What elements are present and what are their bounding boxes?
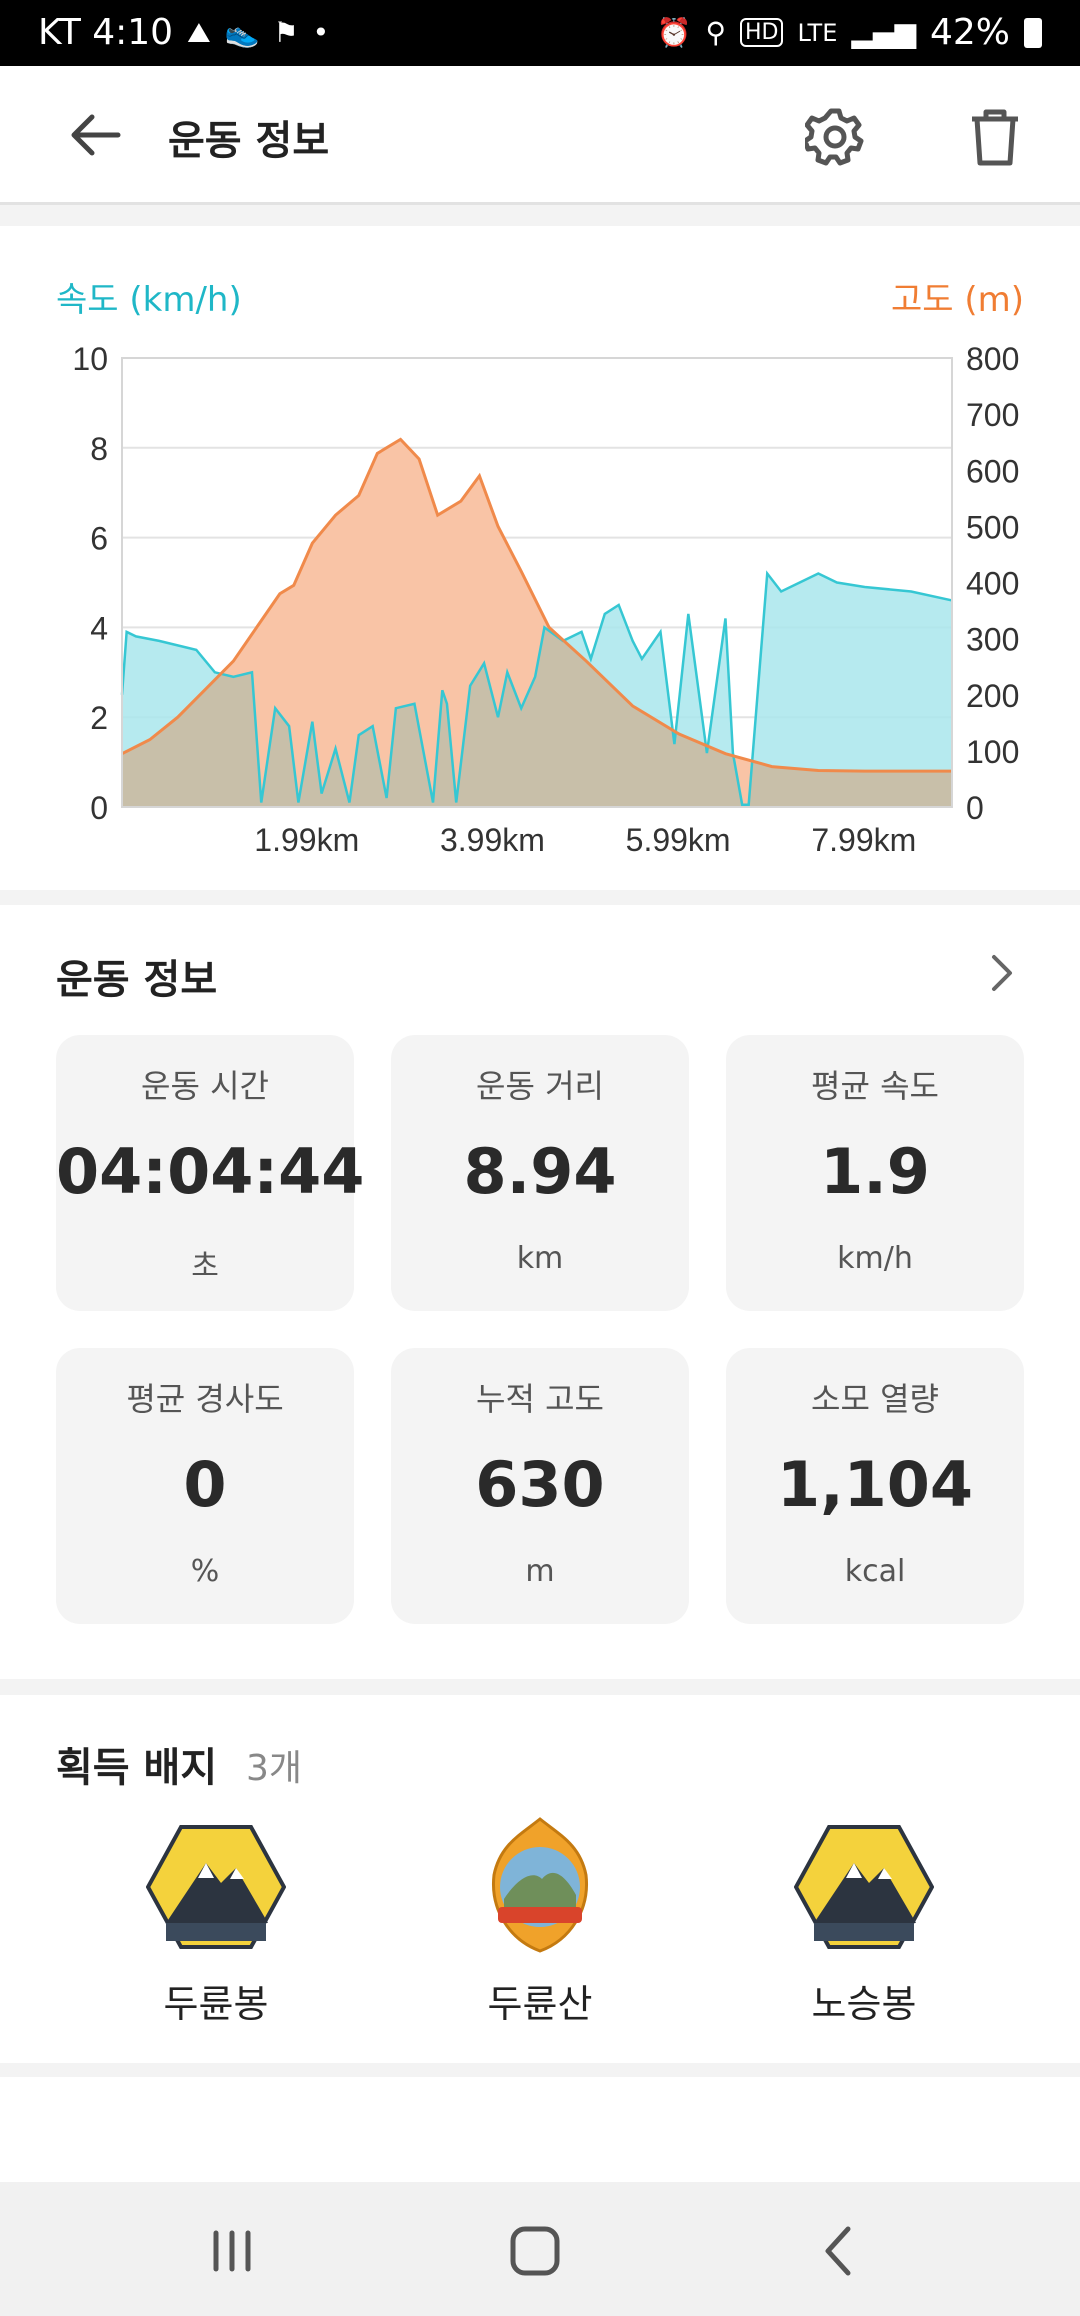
- delete-button[interactable]: [960, 102, 1030, 172]
- page-title: 운동 정보: [168, 118, 330, 164]
- battery-percent: 42%: [929, 12, 1010, 53]
- right-tick-label: 200: [966, 678, 1019, 714]
- location-icon: ⚲: [705, 16, 726, 49]
- left-tick-label: 2: [90, 700, 108, 736]
- mountain-badge-icon: [146, 1825, 286, 1949]
- left-tick-label: 4: [90, 610, 108, 646]
- badges-title: 획득 배지: [56, 1745, 218, 1791]
- signal-icon: ▂▄▆: [851, 16, 916, 49]
- section-title: 운동 정보: [56, 957, 218, 1003]
- badges-section: 획득 배지 3개 두륜봉 두륜산 노승봉: [0, 1695, 1080, 2063]
- nav-back-button[interactable]: [798, 2216, 878, 2286]
- right-tick-label: 100: [966, 734, 1019, 770]
- left-tick-label: 6: [90, 521, 108, 557]
- stat-card-distance: 운동 거리 8.94 km: [391, 1035, 689, 1311]
- mountain-badge-icon: [794, 1825, 934, 1949]
- mountain-gold-badge-icon: [491, 1817, 589, 1953]
- battery-icon: [1024, 17, 1042, 48]
- stat-value: 0: [183, 1448, 227, 1521]
- stat-card-calories: 소모 열량 1,104 kcal: [726, 1348, 1024, 1624]
- status-left: KT 4:10 ⛰ 👟 ⚑ •: [38, 12, 329, 53]
- stat-value: 1,104: [776, 1448, 974, 1521]
- divider: [0, 1679, 1080, 1695]
- flag-icon: ⚑: [273, 16, 299, 49]
- left-tick-label: 8: [90, 431, 108, 467]
- info-detail-button[interactable]: [972, 943, 1032, 1003]
- badge-label: 두륜산: [487, 1982, 593, 2026]
- stat-card-avg-slope: 평균 경사도 0 %: [56, 1348, 354, 1624]
- right-tick-label: 400: [966, 566, 1019, 602]
- alarm-icon: ⏰: [656, 16, 692, 49]
- recent-apps-button[interactable]: [192, 2216, 272, 2286]
- back-button[interactable]: [60, 106, 130, 164]
- divider: [0, 2063, 1080, 2077]
- status-right: ⏰ ⚲ HD LTE ▂▄▆ 42%: [657, 12, 1042, 53]
- badges-count: 3개: [246, 1748, 303, 1789]
- stat-label: 소모 열량: [811, 1380, 939, 1418]
- carrier-time: KT 4:10: [38, 12, 174, 53]
- nav-back-icon: [825, 2226, 851, 2276]
- lte-icon: LTE: [797, 18, 838, 47]
- divider: [0, 890, 1080, 905]
- chart-card: 속도 (km/h) 고도 (m) 0 2 4 6 8 10 0 100 200 300 400 500…: [0, 226, 1080, 890]
- left-tick-label: 0: [90, 790, 108, 826]
- stat-unit: km/h: [837, 1241, 913, 1276]
- x-tick-label: 7.99km: [811, 822, 916, 858]
- dot-icon: •: [312, 16, 330, 49]
- recent-apps-icon: [213, 2230, 251, 2272]
- gear-icon: [805, 108, 864, 166]
- stat-unit: 초: [191, 1249, 219, 1284]
- badge-item[interactable]: 두륜봉: [116, 1823, 316, 2026]
- stat-value: 04:04:44: [56, 1135, 365, 1208]
- hd-icon: HD: [740, 18, 784, 47]
- speed-elevation-chart[interactable]: 024681001002003004005006007008001.99km 3.…: [0, 226, 1080, 890]
- stat-label: 누적 고도: [476, 1380, 604, 1418]
- badge-item[interactable]: 노승봉: [764, 1823, 964, 2026]
- right-tick-label: 700: [966, 397, 1019, 433]
- x-tick-label: 3.99km: [440, 822, 545, 858]
- right-tick-label: 500: [966, 509, 1019, 545]
- badge-label: 노승봉: [811, 1982, 917, 2026]
- trash-icon: [972, 109, 1018, 166]
- x-tick-label: 5.99km: [626, 822, 731, 858]
- badge-item[interactable]: 두륜산: [440, 1817, 640, 2026]
- right-tick-label: 300: [966, 622, 1019, 658]
- stat-card-workout-time: 운동 시간 04:04:44 초: [56, 1035, 365, 1311]
- hiking-icon: ⛰: [187, 15, 211, 49]
- shoe-icon: 👟: [224, 16, 260, 49]
- home-icon: [510, 2226, 560, 2276]
- stat-label: 운동 거리: [476, 1067, 604, 1105]
- app-bar: 운동 정보: [0, 66, 1080, 205]
- home-button[interactable]: [495, 2216, 575, 2286]
- back-arrow-icon: [71, 114, 121, 156]
- chevron-right-icon: [992, 955, 1012, 991]
- stat-card-total-elevation: 누적 고도 630 m: [391, 1348, 689, 1624]
- stat-label: 평균 경사도: [126, 1380, 284, 1418]
- stat-label: 운동 시간: [141, 1067, 269, 1105]
- right-tick-label: 600: [966, 453, 1019, 489]
- stat-unit: kcal: [844, 1554, 906, 1589]
- stat-value: 630: [475, 1448, 605, 1521]
- right-tick-label: 800: [966, 341, 1019, 377]
- stat-unit: km: [516, 1241, 564, 1276]
- right-tick-label: 0: [966, 790, 984, 826]
- stat-value: 1.9: [820, 1135, 930, 1208]
- workout-info-section: 운동 정보 운동 시간 04:04:44 초 운동 거리 8.94 km 평균 …: [0, 905, 1080, 1679]
- stat-card-avg-speed: 평균 속도 1.9 km/h: [726, 1035, 1024, 1311]
- settings-button[interactable]: [800, 102, 870, 172]
- status-bar: KT 4:10 ⛰ 👟 ⚑ • ⏰ ⚲ HD LTE ▂▄▆ 42%: [0, 0, 1080, 66]
- left-tick-label: 10: [72, 341, 108, 377]
- stat-unit: m: [525, 1554, 555, 1589]
- divider: [0, 205, 1080, 226]
- stat-label: 평균 속도: [811, 1067, 939, 1105]
- x-tick-label: 1.99km: [254, 822, 359, 858]
- stat-value: 8.94: [463, 1135, 617, 1208]
- badge-label: 두륜봉: [163, 1982, 269, 2026]
- stat-unit: %: [190, 1554, 220, 1589]
- system-nav-bar: [0, 2182, 1080, 2316]
